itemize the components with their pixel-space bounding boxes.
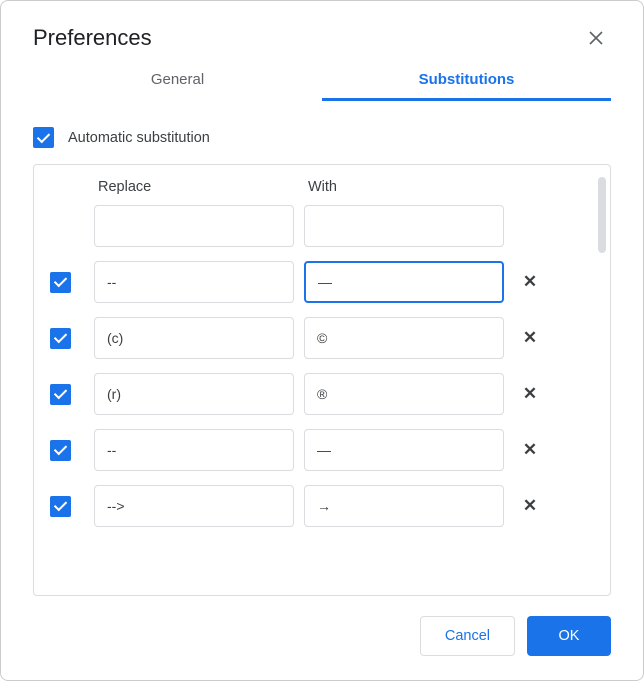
remove-row-button[interactable]: ✕ <box>518 494 542 518</box>
replace-input[interactable] <box>94 317 294 359</box>
col-with-header: With <box>304 179 504 195</box>
replace-input[interactable] <box>94 261 294 303</box>
table-row: ✕ <box>50 485 594 527</box>
replace-input[interactable] <box>94 485 294 527</box>
row-checkbox[interactable] <box>50 440 71 461</box>
remove-row-button[interactable]: ✕ <box>518 438 542 462</box>
tab-substitutions[interactable]: Substitutions <box>322 71 611 101</box>
replace-input[interactable] <box>94 373 294 415</box>
row-checkbox[interactable] <box>50 272 71 293</box>
close-icon <box>589 31 603 45</box>
dialog-footer: Cancel OK <box>33 616 611 680</box>
table-row: ✕ <box>50 429 594 471</box>
col-replace-header: Replace <box>94 179 294 195</box>
scrollbar[interactable] <box>598 177 606 253</box>
remove-icon: ✕ <box>523 440 537 460</box>
table-row: ✕ <box>50 373 594 415</box>
remove-row-button[interactable]: ✕ <box>518 326 542 350</box>
with-input-new[interactable] <box>304 205 504 247</box>
remove-icon: ✕ <box>523 496 537 516</box>
with-input[interactable] <box>304 373 504 415</box>
close-button[interactable] <box>581 23 611 53</box>
ok-button[interactable]: OK <box>527 616 611 656</box>
table-row: ✕ <box>50 317 594 359</box>
row-checkbox[interactable] <box>50 384 71 405</box>
column-headers: Replace With <box>50 179 594 195</box>
with-input[interactable] <box>304 317 504 359</box>
remove-icon: ✕ <box>523 328 537 348</box>
with-input[interactable] <box>304 429 504 471</box>
replace-input-new[interactable] <box>94 205 294 247</box>
row-checkbox[interactable] <box>50 496 71 517</box>
cancel-button[interactable]: Cancel <box>420 616 515 656</box>
row-checkbox[interactable] <box>50 328 71 349</box>
with-input[interactable] <box>304 261 504 303</box>
dialog-title: Preferences <box>33 25 152 51</box>
remove-icon: ✕ <box>523 272 537 292</box>
autosub-checkbox[interactable] <box>33 127 54 148</box>
with-input[interactable] <box>304 485 504 527</box>
table-row: ✕ <box>50 261 594 303</box>
table-row-new <box>50 205 594 247</box>
substitution-table: Replace With ✕ ✕ <box>33 164 611 596</box>
autosub-row: Automatic substitution <box>33 127 611 148</box>
tab-general[interactable]: General <box>33 71 322 101</box>
remove-row-button[interactable]: ✕ <box>518 382 542 406</box>
remove-icon: ✕ <box>523 384 537 404</box>
preferences-dialog: Preferences General Substitutions Automa… <box>1 1 643 680</box>
replace-input[interactable] <box>94 429 294 471</box>
remove-row-button[interactable]: ✕ <box>518 270 542 294</box>
autosub-label: Automatic substitution <box>68 130 210 146</box>
tabs: General Substitutions <box>33 71 611 101</box>
rows-container: ✕ ✕ ✕ <box>50 205 594 527</box>
dialog-header: Preferences <box>33 23 611 53</box>
